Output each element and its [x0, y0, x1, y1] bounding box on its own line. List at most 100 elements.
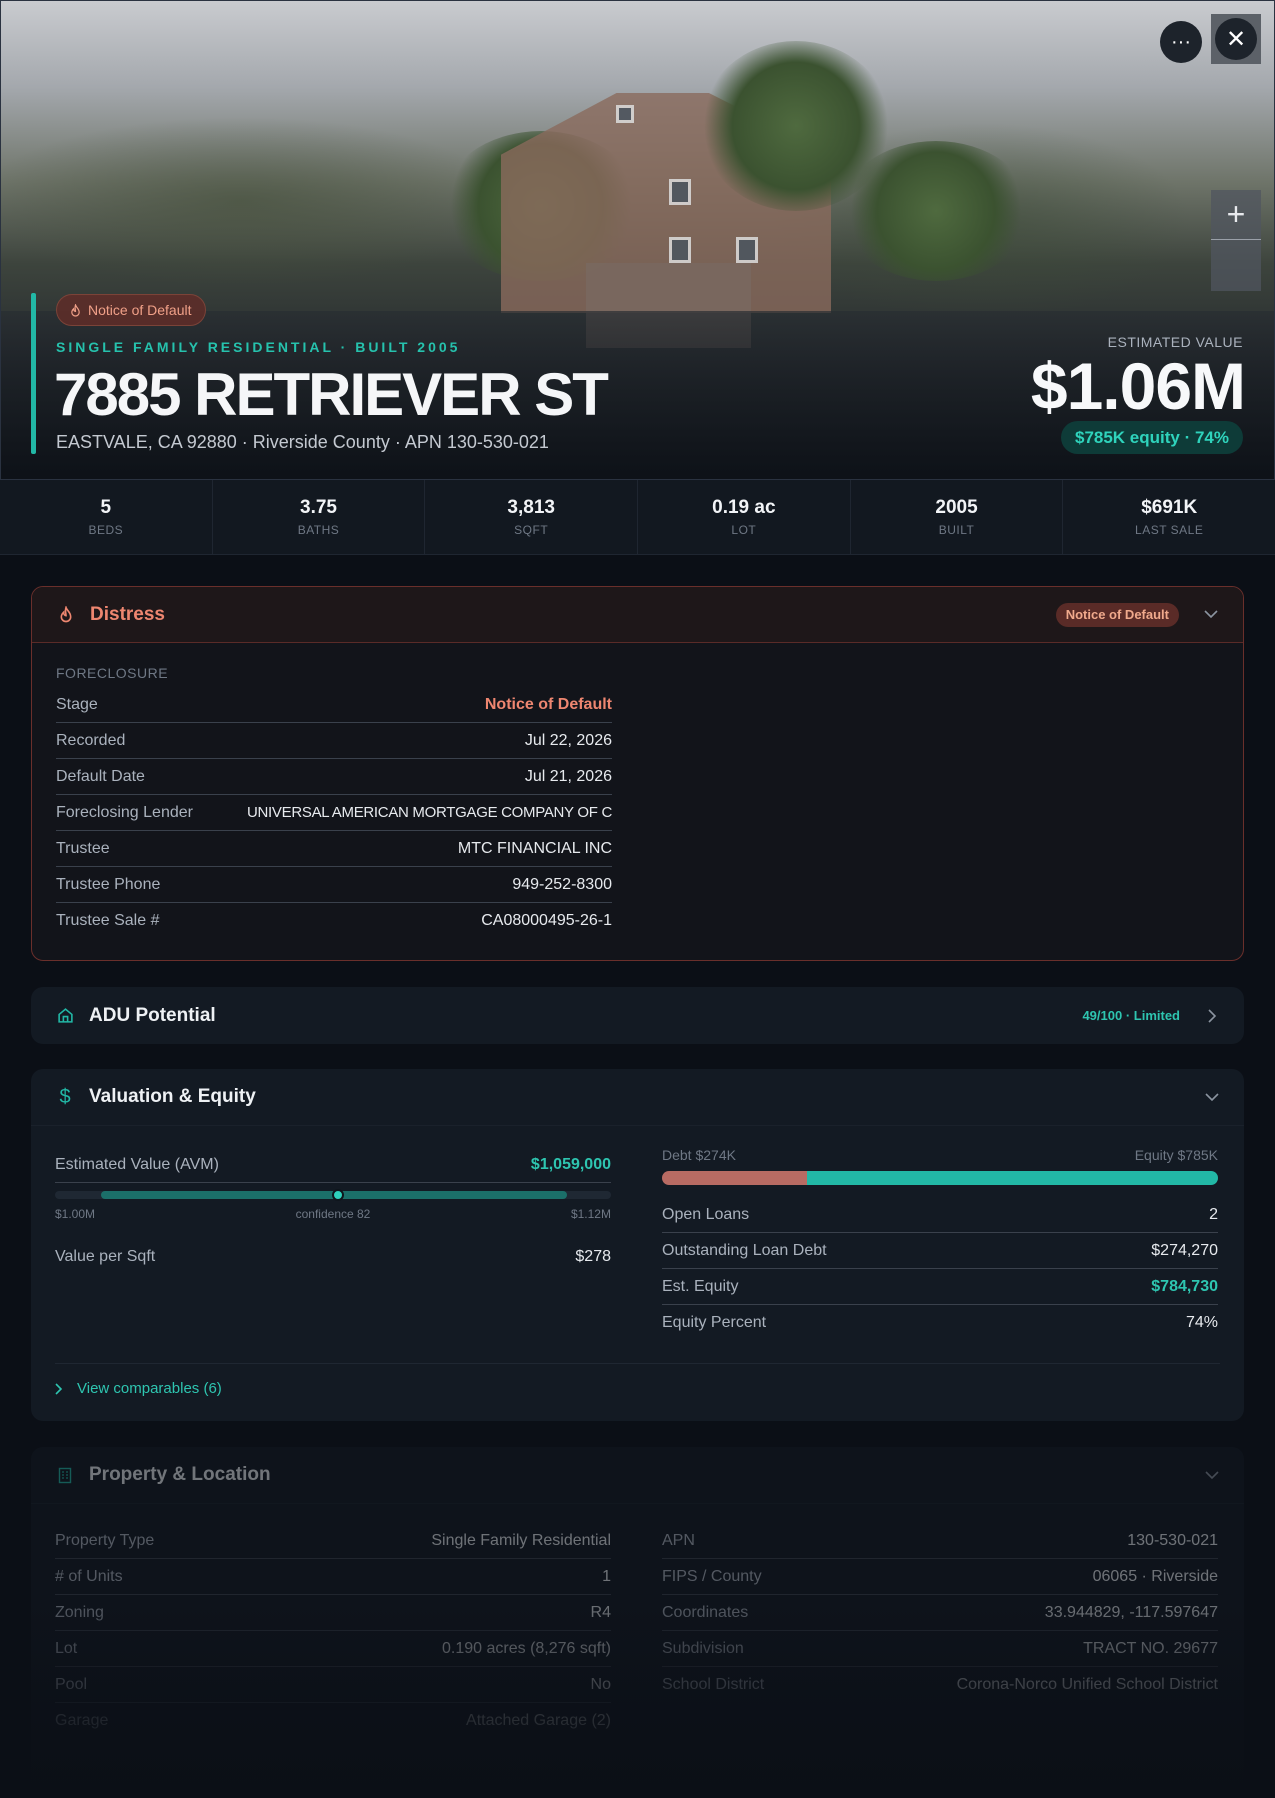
kv-value: MTC FINANCIAL INC: [457, 839, 612, 857]
kv-value: 0.190 acres (8,276 sqft): [442, 1639, 611, 1657]
kv-key: Coordinates: [662, 1603, 749, 1621]
kv-key: Equity Percent: [662, 1314, 767, 1331]
kv-value: $784,730: [1151, 1277, 1218, 1295]
kv-row: Subdivision TRACT NO. 29677: [662, 1631, 1218, 1667]
kv-row: Garage Attached Garage (2): [55, 1703, 611, 1739]
kv-key: Garage: [55, 1712, 109, 1729]
stat-value: 3.75: [300, 497, 337, 518]
flame-icon: [71, 303, 80, 317]
chevron-right-icon[interactable]: [1204, 1008, 1220, 1024]
avm-row: Estimated Value (AVM) $1,059,000: [55, 1147, 611, 1183]
building-icon: [55, 1465, 75, 1485]
window: [736, 237, 758, 263]
equity-pill: $785K equity · 74%: [1060, 421, 1243, 454]
stat-value: 0.19 ac: [712, 497, 776, 518]
kv-value: 06065 · Riverside: [1092, 1567, 1218, 1585]
kv-value: Notice of Default: [484, 695, 612, 713]
kv-value: 2: [1209, 1205, 1218, 1223]
kv-row: Recorded Jul 22, 2026: [56, 723, 612, 759]
adu-header[interactable]: ADU Potential 49/100 · Limited: [31, 987, 1244, 1044]
foreclosure-label: FORECLOSURE: [56, 665, 169, 681]
kv-value: 1: [602, 1567, 611, 1585]
property-header[interactable]: Property & Location: [31, 1447, 1244, 1504]
flame-icon: [56, 605, 76, 625]
kv-value: R4: [590, 1603, 611, 1621]
stat-label: BUILT: [938, 523, 975, 537]
stat-built: 2005 BUILT: [851, 480, 1064, 554]
kv-key: Stage: [56, 695, 98, 713]
kv-row: APN 130-530-021: [662, 1523, 1218, 1559]
home-icon: [55, 1006, 75, 1026]
property-right-column: APN 130-530-021 FIPS / County 06065 · Rive…: [662, 1523, 1218, 1703]
kv-key: Foreclosing Lender: [56, 803, 193, 821]
avm-confidence: confidence 82: [295, 1207, 371, 1221]
window: [669, 179, 691, 205]
close-icon: ✕: [1215, 18, 1257, 60]
zoom-in-button[interactable]: +: [1211, 190, 1261, 240]
chevron-down-icon[interactable]: [1203, 607, 1219, 623]
property-location-card: Property & Location Property Type Single …: [31, 1447, 1244, 1798]
valuation-equity-card: $ Valuation & Equity Estimated Value (AV…: [31, 1069, 1244, 1421]
kv-key: Lot: [55, 1639, 78, 1657]
stat-label: SQFT: [514, 523, 549, 537]
kv-row: Pool No: [55, 1667, 611, 1703]
avm-value: $1,059,000: [530, 1155, 611, 1173]
stat-label: LOT: [731, 523, 757, 537]
stat-sqft: 3,813 SQFT: [425, 480, 639, 554]
kv-row: Zoning R4: [55, 1595, 611, 1631]
kv-key: Trustee Sale #: [56, 912, 160, 929]
close-button[interactable]: ✕: [1211, 14, 1261, 64]
property-title: Property & Location: [89, 1464, 271, 1485]
kv-row: Stage Notice of Default: [56, 687, 612, 723]
kv-row: Open Loans 2: [662, 1197, 1218, 1233]
kv-value: No: [590, 1675, 611, 1693]
stat-label: LAST SALE: [1135, 523, 1204, 537]
stat-value: $691K: [1141, 497, 1198, 518]
view-comparables-link[interactable]: View comparables (6): [55, 1380, 222, 1397]
stat-baths: 3.75 BATHS: [213, 480, 426, 554]
kv-row: Equity Percent 74%: [662, 1305, 1218, 1341]
chevron-down-icon[interactable]: [1204, 1467, 1220, 1483]
equity-section: Debt $274K Equity $785K Open Loans 2 Outs…: [662, 1147, 1218, 1341]
stat-value: 3,813: [507, 497, 555, 518]
adu-potential-card[interactable]: ADU Potential 49/100 · Limited: [31, 987, 1244, 1044]
stat-lot: 0.19 ac LOT: [638, 480, 851, 554]
kv-key: APN: [662, 1531, 695, 1549]
kv-key: Property Type: [55, 1531, 155, 1549]
debt-segment: [662, 1171, 807, 1185]
distress-header[interactable]: Distress Notice of Default: [32, 587, 1243, 643]
kv-key: Open Loans: [662, 1205, 750, 1223]
kv-value: Jul 21, 2026: [524, 767, 612, 785]
stat-value: 2005: [935, 497, 978, 518]
zoom-out-button[interactable]: [1211, 240, 1261, 290]
kv-value: 130-530-021: [1127, 1531, 1218, 1549]
window: [669, 237, 691, 263]
more-options-button[interactable]: ···: [1160, 21, 1202, 63]
hero-accent-bar: [31, 293, 36, 454]
dollar-icon: $: [59, 1085, 71, 1108]
debt-equity-bar: [662, 1171, 1218, 1185]
chevron-right-icon: [55, 1382, 63, 1395]
debt-equity-labels: Debt $274K Equity $785K: [662, 1147, 1218, 1163]
divider: [55, 1363, 1220, 1364]
kv-key: Recorded: [56, 731, 126, 749]
adu-title: ADU Potential: [89, 1004, 216, 1026]
chevron-down-icon[interactable]: [1204, 1089, 1220, 1105]
stat-last-sale: $691K LAST SALE: [1063, 480, 1275, 554]
property-subaddress: EASTVALE, CA 92880 · Riverside County · …: [56, 432, 549, 452]
valuation-header[interactable]: $ Valuation & Equity: [31, 1069, 1244, 1126]
kv-key: School District: [662, 1676, 765, 1693]
kv-value: 33.944829, -117.597647: [1044, 1603, 1218, 1621]
ppsf-label: Value per Sqft: [55, 1248, 156, 1265]
property-type-eyebrow: SINGLE FAMILY RESIDENTIAL · BUILT 2005: [56, 339, 461, 355]
stats-bar: 5 BEDS 3.75 BATHS 3,813 SQFT 0.19 ac LOT 200…: [0, 480, 1275, 555]
stat-beds: 5 BEDS: [0, 480, 213, 554]
distress-card: Distress Notice of Default FORECLOSURE S…: [31, 586, 1244, 961]
kv-row: Trustee Sale # CA08000495-26-1: [56, 903, 612, 939]
avm-high: $1.12M: [570, 1207, 611, 1221]
window: [616, 105, 634, 123]
ppsf-value: $278: [575, 1248, 611, 1265]
kv-row: FIPS / County 06065 · Riverside: [662, 1559, 1218, 1595]
kv-key: FIPS / County: [662, 1567, 762, 1585]
valuation-title: Valuation & Equity: [89, 1086, 256, 1107]
